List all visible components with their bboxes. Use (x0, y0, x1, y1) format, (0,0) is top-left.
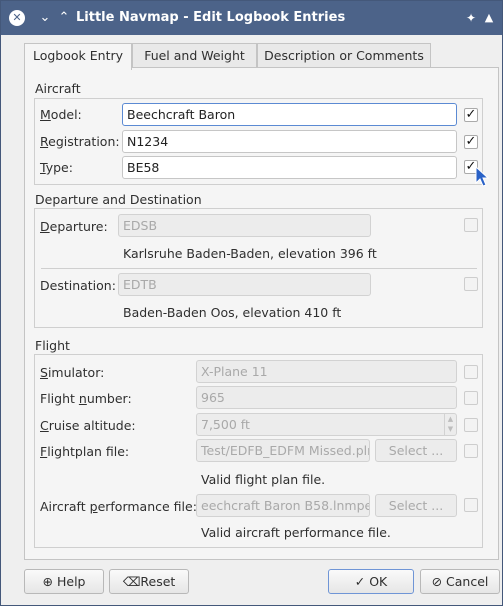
aircraft-section-title: Aircraft (35, 81, 81, 96)
mouse-cursor-icon (475, 166, 490, 187)
flight-number-label: Flight number: (40, 391, 132, 406)
departure-checkbox[interactable] (464, 218, 478, 232)
backspace-icon: ⌫ (122, 574, 141, 589)
pin-icon[interactable]: ✦ (463, 10, 479, 26)
tab-fuel-and-weight[interactable]: Fuel and Weight (132, 43, 257, 69)
destination-info: Baden-Baden Oos, elevation 410 ft (123, 305, 342, 320)
maximize-icon[interactable]: ⌃ (56, 10, 72, 26)
dep-dest-separator (41, 268, 477, 269)
perf-file-field[interactable]: eechcraft Baron B58.lnmperf (196, 494, 370, 517)
keep-above-icon[interactable]: ▲ (481, 10, 497, 26)
flightplan-file-label: Flightplan file: (40, 444, 130, 459)
simulator-field[interactable]: X-Plane 11 (196, 360, 457, 383)
destination-field[interactable]: EDTB (118, 273, 371, 296)
flightplan-file-checkbox[interactable] (464, 444, 478, 458)
dep-dest-section-title: Departure and Destination (35, 192, 202, 207)
cruise-altitude-label: Cruise altitude: (40, 418, 136, 433)
departure-label: Departure: (40, 219, 108, 234)
type-field[interactable]: BE58 (122, 156, 457, 179)
tab-description-or-comments[interactable]: Description or Comments (257, 43, 431, 69)
flight-number-checkbox[interactable] (464, 391, 478, 405)
flight-number-field[interactable]: 965 (196, 386, 457, 409)
tab-logbook-entry[interactable]: Logbook Entry (24, 43, 132, 70)
departure-info: Karlsruhe Baden-Baden, elevation 396 ft (123, 246, 377, 261)
cruise-altitude-field[interactable]: 7,500 ft ▲ ▼ (196, 413, 457, 436)
lifebuoy-icon: ⊕ (42, 574, 53, 589)
select-perf-file-button[interactable]: Select ... (375, 494, 457, 517)
model-field[interactable]: Beechcraft Baron (122, 103, 457, 126)
registration-label: Registration: (40, 134, 120, 149)
flightplan-file-field[interactable]: Test/EDFB_EDFM Missed.pln (196, 439, 370, 462)
type-label: Type: (40, 160, 73, 175)
model-label: Model: (40, 107, 82, 122)
ok-button[interactable]: ✓ OK (328, 569, 414, 594)
registration-field[interactable]: N1234 (122, 130, 457, 153)
model-checkbox[interactable]: ✓ (464, 108, 478, 122)
edit-logbook-dialog: ✕ ⌄ ⌃ Little Navmap - Edit Logbook Entri… (0, 0, 503, 606)
window-title: Little Navmap - Edit Logbook Entries (76, 10, 346, 25)
perf-file-info: Valid aircraft performance file. (201, 525, 391, 540)
destination-checkbox[interactable] (464, 277, 478, 291)
title-bar: ✕ ⌄ ⌃ Little Navmap - Edit Logbook Entri… (1, 1, 502, 35)
destination-label: Destination: (40, 278, 116, 293)
minimize-icon[interactable]: ⌄ (37, 10, 53, 26)
departure-field[interactable]: EDSB (118, 214, 371, 237)
help-button[interactable]: ⊕ Help (24, 569, 104, 594)
simulator-checkbox[interactable] (464, 365, 478, 379)
perf-file-checkbox[interactable] (464, 498, 478, 512)
reset-button[interactable]: ⌫Reset (109, 569, 189, 594)
cruise-altitude-checkbox[interactable] (464, 418, 478, 432)
flight-section-title: Flight (35, 338, 70, 353)
cancel-button[interactable]: ⊘ Cancel (420, 569, 500, 594)
altitude-spinner-arrows-icon[interactable]: ▲ ▼ (444, 414, 456, 435)
flightplan-file-info: Valid flight plan file. (201, 472, 326, 487)
select-flightplan-button[interactable]: Select ... (375, 439, 457, 462)
cancel-icon: ⊘ (431, 574, 443, 589)
perf-file-label: Aircraft performance file: (40, 499, 197, 514)
check-icon: ✓ (354, 574, 366, 589)
simulator-label: Simulator: (40, 365, 105, 380)
registration-checkbox[interactable]: ✓ (464, 135, 478, 149)
close-icon[interactable]: ✕ (9, 10, 25, 26)
